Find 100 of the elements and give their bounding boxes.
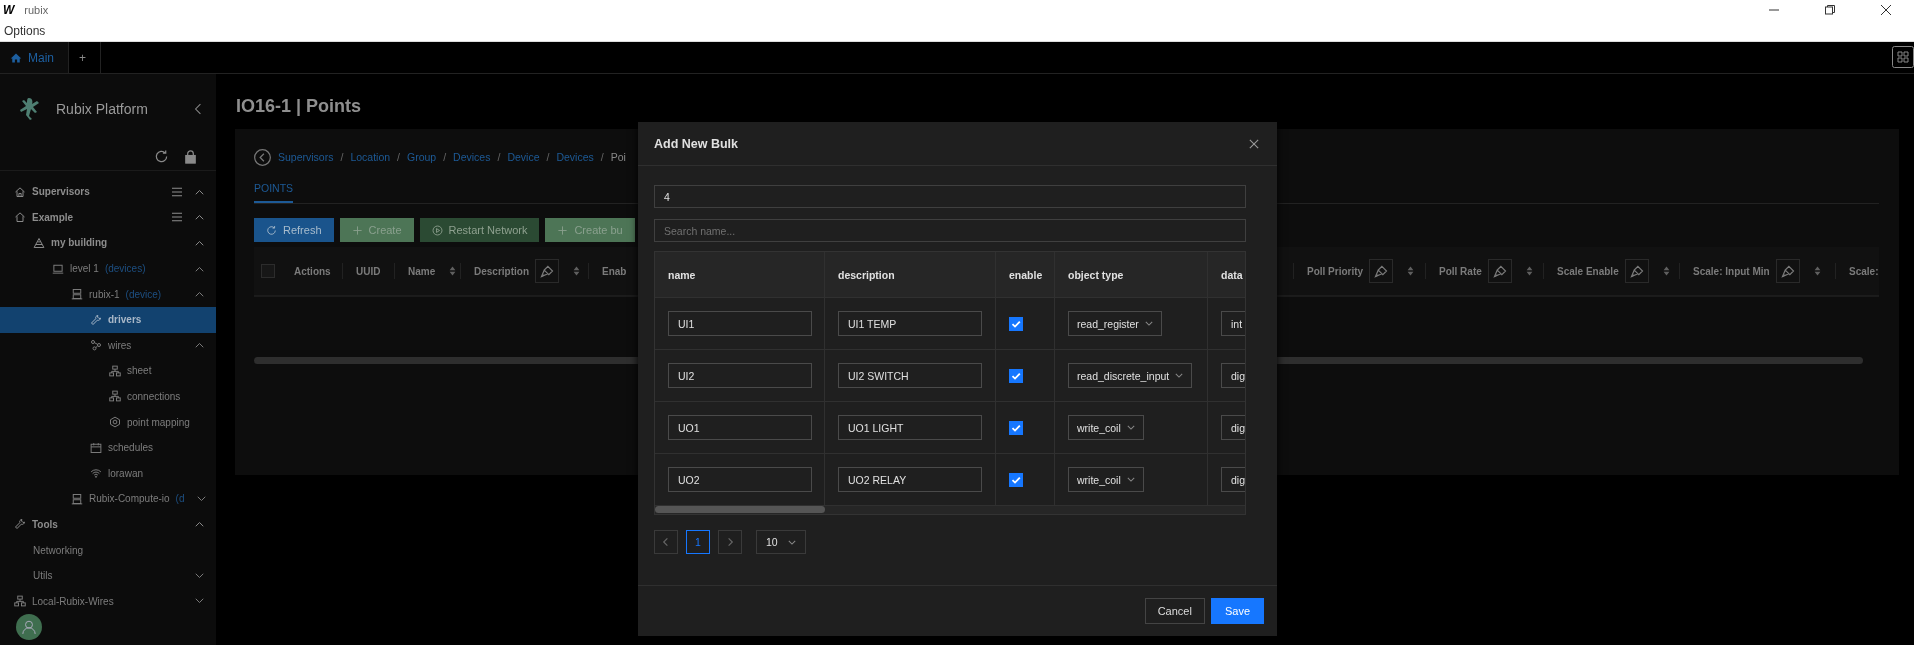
sidebar-item[interactable]: drivers xyxy=(0,306,216,333)
sidebar-item[interactable]: Local-Rubix-Wires xyxy=(0,588,216,615)
filter-button[interactable] xyxy=(1775,259,1800,283)
description-field[interactable]: UO2 RELAY xyxy=(838,467,982,492)
name-field[interactable]: UI2 xyxy=(668,363,812,388)
toolbar-button[interactable]: Refresh xyxy=(254,218,334,242)
column-header[interactable]: Scale: Input Min xyxy=(1693,265,1770,277)
chevron-up-icon[interactable] xyxy=(195,214,204,221)
layout-icon[interactable] xyxy=(1892,46,1914,68)
enable-checkbox[interactable] xyxy=(1009,472,1023,487)
sort-icon[interactable] xyxy=(1662,266,1670,276)
filter-button[interactable] xyxy=(535,259,559,283)
sidebar-item[interactable]: level 1 (devices) xyxy=(0,255,216,282)
column-header[interactable]: Poll Rate xyxy=(1439,265,1482,277)
sidebar-item[interactable]: wires xyxy=(0,332,216,359)
breadcrumb-link[interactable]: Devices xyxy=(453,151,491,163)
filter-button[interactable] xyxy=(1487,259,1512,283)
description-field[interactable]: UI2 SWITCH xyxy=(838,363,982,388)
column-header[interactable]: Name xyxy=(408,265,436,277)
avatar-icon[interactable] xyxy=(16,614,42,640)
app-tab[interactable]: Main xyxy=(0,42,69,73)
back-button[interactable] xyxy=(254,148,271,166)
app-tab[interactable]: + xyxy=(69,42,102,73)
restore-icon[interactable] xyxy=(1824,4,1836,16)
page-button[interactable]: 1 xyxy=(686,530,710,554)
sidebar-item[interactable]: sheet xyxy=(0,358,216,384)
scrollbar-thumb[interactable] xyxy=(655,506,825,513)
breadcrumb-link[interactable]: Device xyxy=(507,151,540,163)
collapse-icon[interactable] xyxy=(194,102,202,115)
chevron-down-icon[interactable] xyxy=(196,495,206,502)
enable-checkbox[interactable] xyxy=(1009,316,1023,331)
sidebar-item[interactable]: my building xyxy=(0,230,216,256)
sidebar-item[interactable]: Supervisors xyxy=(0,178,216,205)
chevron-up-icon[interactable] xyxy=(195,265,204,272)
chevron-up-icon[interactable] xyxy=(195,239,204,246)
name-field[interactable]: UO1 xyxy=(668,415,812,440)
chevron-down-icon[interactable] xyxy=(195,572,204,579)
sort-icon[interactable] xyxy=(449,266,457,276)
refresh-icon[interactable] xyxy=(154,149,169,165)
count-field[interactable]: 4 xyxy=(654,185,1246,208)
sidebar-item[interactable]: lorawan xyxy=(0,460,216,487)
dialog-button[interactable]: Cancel xyxy=(1144,598,1205,624)
sidebar-item[interactable]: Networking xyxy=(0,537,216,563)
chevron-up-icon[interactable] xyxy=(195,521,204,528)
toolbar-button[interactable]: Restart Network xyxy=(419,218,540,242)
sort-icon[interactable] xyxy=(1813,266,1821,276)
breadcrumb-link[interactable]: Group xyxy=(407,151,437,163)
close-icon[interactable] xyxy=(1249,138,1259,149)
breadcrumb-link[interactable]: Devices xyxy=(556,151,594,163)
filter-button[interactable] xyxy=(1369,259,1394,283)
sort-icon[interactable] xyxy=(1525,266,1533,276)
object-type-select[interactable]: read_discrete_input xyxy=(1068,363,1193,388)
object-type-select[interactable]: write_coil xyxy=(1068,415,1144,440)
sidebar-item[interactable]: Example xyxy=(0,204,216,231)
chevron-up-icon[interactable] xyxy=(195,291,204,298)
filter-button[interactable] xyxy=(1624,259,1649,283)
column-header[interactable]: UUID xyxy=(356,265,381,277)
sort-icon[interactable] xyxy=(573,266,580,276)
sidebar-item[interactable]: Rubix-Compute-io (d xyxy=(0,486,216,512)
enable-checkbox[interactable] xyxy=(1009,368,1023,383)
name-field[interactable]: UI1 xyxy=(668,311,812,336)
description-field[interactable]: UO1 LIGHT xyxy=(838,415,982,440)
page-tab[interactable]: POINTS xyxy=(254,182,294,203)
select-all-checkbox[interactable] xyxy=(261,264,275,278)
sidebar-item[interactable]: rubix-1 (device) xyxy=(0,281,216,307)
column-header[interactable]: Enab xyxy=(602,265,627,277)
breadcrumb-link[interactable]: Poi xyxy=(610,151,626,163)
sidebar-item[interactable]: point mapping xyxy=(0,409,216,435)
close-icon[interactable] xyxy=(1880,4,1892,16)
sidebar-item[interactable]: schedules xyxy=(0,434,216,461)
menu-icon[interactable] xyxy=(171,212,183,223)
name-field[interactable]: UO2 xyxy=(668,467,812,492)
sidebar-item[interactable]: Tools xyxy=(0,511,216,538)
data-type-select[interactable]: dig xyxy=(1221,415,1245,440)
column-header[interactable]: Scale: xyxy=(1849,265,1879,277)
chevron-up-icon[interactable] xyxy=(195,342,204,349)
object-type-select[interactable]: read_register xyxy=(1068,311,1162,336)
description-field[interactable]: UI1 TEMP xyxy=(838,311,982,336)
dialog-button[interactable]: Save xyxy=(1210,598,1264,624)
column-header[interactable]: Poll Priority xyxy=(1307,265,1364,277)
breadcrumb-link[interactable]: Supervisors xyxy=(278,151,334,163)
lock-icon[interactable] xyxy=(183,149,198,165)
sort-icon[interactable] xyxy=(1407,266,1415,276)
menu-item[interactable]: Options xyxy=(4,23,46,38)
column-header[interactable]: Actions xyxy=(294,265,331,277)
breadcrumb-link[interactable]: Location xyxy=(350,151,391,163)
object-type-select[interactable]: write_coil xyxy=(1068,467,1144,492)
enable-checkbox[interactable] xyxy=(1009,420,1023,435)
column-header[interactable]: Description xyxy=(474,265,529,277)
page-size-select[interactable]: 10 xyxy=(756,530,806,554)
chevron-up-icon[interactable] xyxy=(195,188,204,195)
sidebar-item[interactable]: connections xyxy=(0,383,216,410)
data-type-select[interactable]: dig xyxy=(1221,363,1245,388)
column-header[interactable]: Scale Enable xyxy=(1557,265,1619,277)
search-field[interactable]: Search name... xyxy=(654,219,1246,242)
chevron-down-icon[interactable] xyxy=(195,598,204,605)
menu-icon[interactable] xyxy=(171,186,183,197)
sidebar-item[interactable]: Utils xyxy=(0,562,216,589)
data-type-select[interactable]: int xyxy=(1221,311,1245,336)
data-type-select[interactable]: dig xyxy=(1221,467,1245,492)
